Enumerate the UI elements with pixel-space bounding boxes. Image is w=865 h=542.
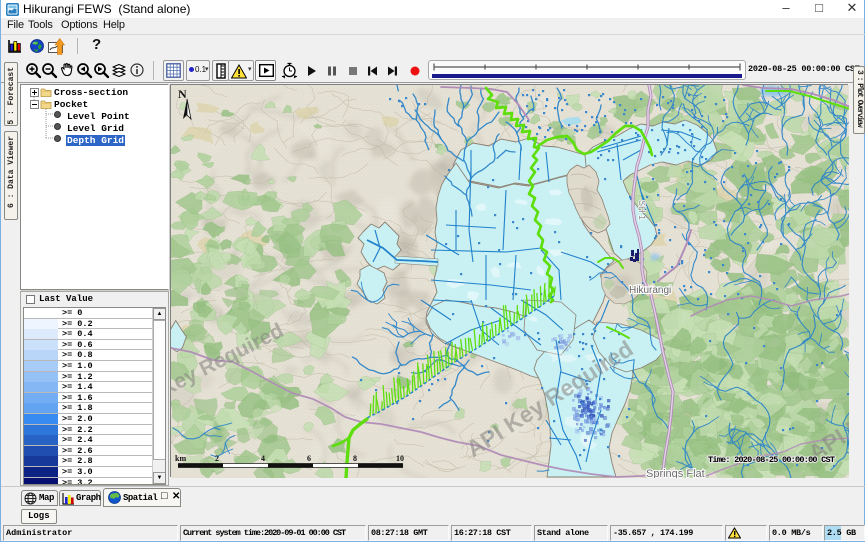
svg-text:km: km [175,454,186,463]
svg-text:Time: 2020-08-25 00:00:00 CST: Time: 2020-08-25 00:00:00 CST [708,455,835,465]
svg-text:SH 1: SH 1 [637,200,647,220]
svg-text:Springs Flat: Springs Flat [646,468,705,478]
svg-text:8: 8 [353,454,357,463]
svg-text:6: 6 [307,454,311,463]
svg-text:Hikurangi: Hikurangi [629,285,671,296]
svg-text:2: 2 [215,454,219,463]
svg-text:10: 10 [396,454,404,463]
svg-text:N: N [178,87,187,101]
svg-text:4: 4 [261,454,265,463]
